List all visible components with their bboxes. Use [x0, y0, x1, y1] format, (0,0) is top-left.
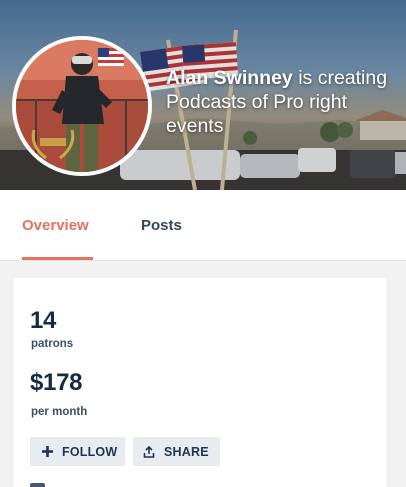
creator-stats-card: 14 patrons $178 per month FOLLOW SHARE [14, 278, 386, 487]
creator-headline: Alan Swinney is creating Podcasts of Pro… [166, 66, 402, 138]
patrons-label: patrons [31, 338, 74, 350]
avatar-photo [16, 40, 148, 172]
follow-label: FOLLOW [62, 444, 118, 459]
tab-posts[interactable]: Posts [141, 217, 182, 234]
share-upload-icon [142, 445, 156, 459]
plus-icon [40, 445, 54, 459]
earnings-label: per month [31, 406, 88, 418]
patrons-count: 14 [30, 307, 57, 334]
share-button[interactable]: SHARE [133, 437, 220, 466]
creator-tabs: Overview Posts [0, 190, 406, 261]
cover-banner: Alan Swinney is creating Podcasts of Pro… [0, 0, 406, 190]
earnings-amount: $178 [30, 369, 83, 396]
creator-name[interactable]: Alan Swinney [166, 67, 293, 89]
active-tab-indicator [22, 257, 93, 260]
follow-button[interactable]: FOLLOW [30, 437, 125, 466]
partial-icon [30, 483, 45, 487]
share-label: SHARE [164, 444, 209, 459]
tab-overview[interactable]: Overview [22, 217, 89, 234]
creator-avatar[interactable] [12, 36, 152, 176]
